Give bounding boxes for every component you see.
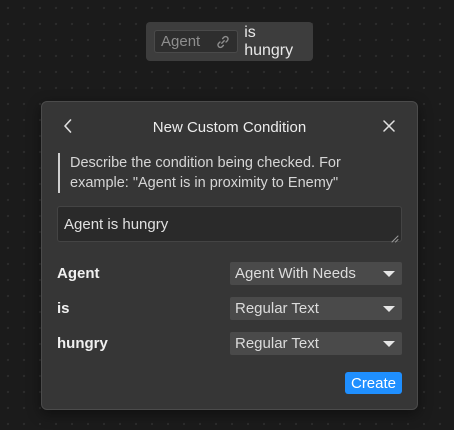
dialog-hint: Describe the condition being checked. Fo… — [58, 153, 400, 193]
create-button[interactable]: Create — [345, 372, 402, 394]
close-icon — [382, 119, 396, 138]
param-label: is — [57, 300, 70, 317]
param-type-select[interactable]: Regular Text — [230, 297, 402, 320]
param-label: hungry — [57, 335, 108, 352]
param-label: Agent — [57, 265, 100, 282]
dropdown-arrow-icon — [383, 271, 395, 277]
param-type-value: Agent With Needs — [235, 265, 356, 282]
param-type-value: Regular Text — [235, 335, 319, 352]
param-type-select[interactable]: Agent With Needs — [230, 262, 402, 285]
condition-chip[interactable]: Agent is hungry — [146, 22, 313, 61]
agent-token[interactable]: Agent — [154, 30, 239, 53]
dialog-header: New Custom Condition — [42, 116, 417, 140]
condition-text: is hungry — [244, 23, 294, 59]
condition-description-value: Agent is hungry — [64, 215, 169, 233]
resize-handle-icon[interactable] — [390, 230, 399, 243]
param-type-select[interactable]: Regular Text — [230, 332, 402, 355]
param-row-agent: Agent Agent With Needs — [57, 262, 402, 285]
dialog-title: New Custom Condition — [152, 119, 307, 136]
agent-token-label: Agent — [161, 33, 201, 50]
dropdown-arrow-icon — [383, 306, 395, 312]
new-custom-condition-dialog: New Custom Condition Describe the condit… — [41, 101, 418, 410]
dropdown-arrow-icon — [383, 341, 395, 347]
param-type-value: Regular Text — [235, 300, 319, 317]
close-button[interactable] — [379, 118, 399, 138]
link-icon — [214, 33, 232, 51]
param-row-is: is Regular Text — [57, 297, 402, 320]
param-row-hungry: hungry Regular Text — [57, 332, 402, 355]
condition-description-input[interactable]: Agent is hungry — [57, 206, 402, 243]
